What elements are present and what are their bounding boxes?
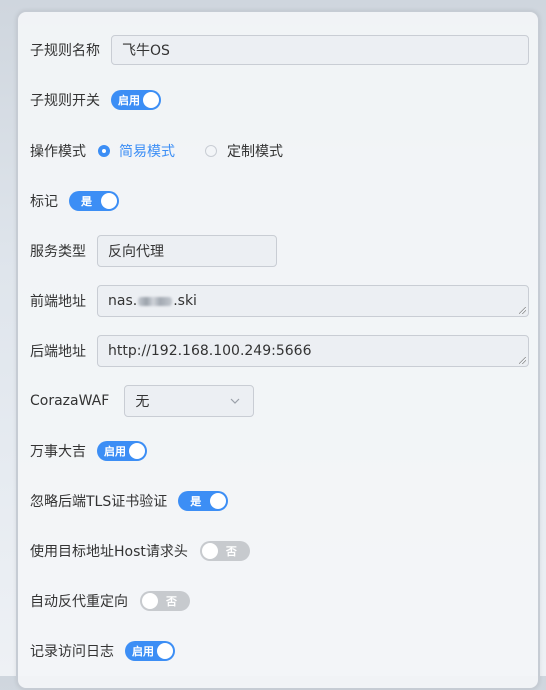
lucky-label: 万事大吉 <box>30 444 86 460</box>
chevron-down-icon <box>230 398 240 404</box>
auto-redirect-label: 自动反代重定向 <box>30 594 128 610</box>
service-type-value: 反向代理 <box>108 244 164 260</box>
mark-toggle-text: 是 <box>81 195 92 208</box>
rule-switch-row: 子规则开关 启用 <box>30 90 161 110</box>
toggle-knob <box>129 443 145 459</box>
access-log-toggle[interactable]: 启用 <box>125 641 175 661</box>
access-log-row: 记录访问日志 启用 <box>30 641 175 661</box>
backend-row: 后端地址 http://192.168.100.249:5666 <box>30 335 529 367</box>
auto-redirect-row: 自动反代重定向 否 <box>30 591 190 611</box>
mode-simple-radio[interactable] <box>98 145 110 157</box>
service-type-label: 服务类型 <box>30 244 86 260</box>
toggle-knob <box>157 643 173 659</box>
auto-redirect-toggle-text: 否 <box>166 595 177 608</box>
backend-label: 后端地址 <box>30 344 86 360</box>
frontend-value-suffix: .ski <box>173 293 197 309</box>
rule-name-input[interactable]: 飞牛OS <box>111 35 529 65</box>
lucky-toggle[interactable]: 启用 <box>97 441 147 461</box>
toggle-knob <box>101 193 117 209</box>
rule-name-row: 子规则名称 飞牛OS <box>30 35 529 65</box>
frontend-label: 前端地址 <box>30 294 86 310</box>
rule-switch-toggle-text: 启用 <box>118 94 140 107</box>
lucky-row: 万事大吉 启用 <box>30 441 147 461</box>
service-type-select[interactable]: 反向代理 <box>97 235 277 267</box>
service-type-row: 服务类型 反向代理 <box>30 235 277 267</box>
backend-textarea[interactable]: http://192.168.100.249:5666 <box>97 335 529 367</box>
mode-row: 操作模式 简易模式 定制模式 <box>30 141 283 161</box>
resize-grip-icon[interactable] <box>519 357 526 364</box>
toggle-knob <box>143 92 159 108</box>
mode-label: 操作模式 <box>30 144 86 160</box>
use-host-label: 使用目标地址Host请求头 <box>30 544 188 560</box>
ignore-tls-toggle-text: 是 <box>190 495 202 508</box>
lucky-toggle-text: 启用 <box>104 445 126 458</box>
access-log-label: 记录访问日志 <box>30 644 114 660</box>
auto-redirect-toggle[interactable]: 否 <box>140 591 190 611</box>
rule-name-label: 子规则名称 <box>30 43 100 59</box>
waf-select[interactable]: 无 <box>124 385 255 417</box>
resize-grip-icon[interactable] <box>519 307 526 314</box>
mark-row: 标记 是 <box>30 191 119 211</box>
mode-custom-radio[interactable] <box>205 145 217 157</box>
mode-custom-label[interactable]: 定制模式 <box>227 141 283 161</box>
frontend-row: 前端地址 nas. .ski <box>30 285 529 317</box>
use-host-row: 使用目标地址Host请求头 否 <box>30 541 250 561</box>
ignore-tls-row: 忽略后端TLS证书验证 是 <box>30 491 229 511</box>
toggle-knob <box>142 593 158 609</box>
mark-toggle[interactable]: 是 <box>69 191 119 211</box>
waf-value: 无 <box>135 394 150 410</box>
mark-label: 标记 <box>30 194 58 210</box>
frontend-value-prefix: nas. <box>108 293 138 309</box>
rule-switch-toggle[interactable]: 启用 <box>111 90 161 110</box>
waf-row: CorazaWAF 无 <box>30 385 255 417</box>
waf-label: CorazaWAF <box>30 393 110 409</box>
rule-name-value: 飞牛OS <box>122 43 170 59</box>
use-host-toggle-text: 否 <box>225 545 237 558</box>
rule-switch-label: 子规则开关 <box>30 93 100 109</box>
ignore-tls-toggle[interactable]: 是 <box>178 491 229 511</box>
toggle-knob <box>210 493 227 509</box>
access-log-toggle-text: 启用 <box>132 645 154 658</box>
mode-simple-label[interactable]: 简易模式 <box>119 141 175 161</box>
ignore-tls-label: 忽略后端TLS证书验证 <box>30 494 168 510</box>
backend-value: http://192.168.100.249:5666 <box>108 343 312 359</box>
redacted-blur <box>138 296 173 306</box>
toggle-knob <box>201 543 218 559</box>
frontend-textarea[interactable]: nas. .ski <box>97 285 529 317</box>
use-host-toggle[interactable]: 否 <box>199 541 250 561</box>
